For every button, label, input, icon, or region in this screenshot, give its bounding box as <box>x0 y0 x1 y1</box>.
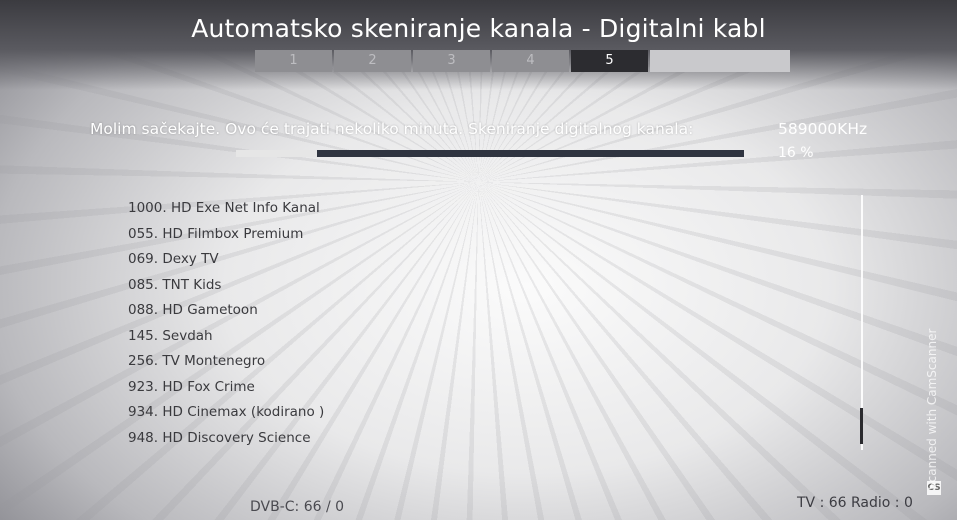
step-5-active: 5 <box>571 50 648 72</box>
step-1: 1 <box>255 50 332 72</box>
list-item: 055. HD Filmbox Premium <box>128 225 304 242</box>
list-item: 934. HD Cinemax (kodirano ) <box>128 404 325 420</box>
tv-radio-counter: TV : 66 Radio : 0 <box>797 495 913 511</box>
step-2: 2 <box>334 50 411 72</box>
dvb-counter: DVB-C: 66 / 0 <box>250 499 345 515</box>
list-item: 948. HD Discovery Science <box>128 429 311 446</box>
list-item: 145. Sevdah <box>128 327 213 344</box>
channel-list: 1000. HD Exe Net Info Kanal 055. HD Film… <box>128 200 324 455</box>
scan-frequency: 589000KHz <box>778 120 868 138</box>
scrollbar-thumb[interactable] <box>860 408 863 444</box>
progress-fill <box>236 150 318 157</box>
watermark-text: Scanned with CamScanner <box>925 328 939 490</box>
scan-message: Molim sačekajte. Ovo će trajati nekoliko… <box>90 120 694 138</box>
step-4: 4 <box>492 50 569 72</box>
list-item: 088. HD Gametoon <box>128 302 258 318</box>
step-3: 3 <box>413 50 490 72</box>
list-item: 923. HD Fox Crime <box>128 378 255 395</box>
step-spacer <box>650 50 790 72</box>
list-item: 085. TNT Kids <box>128 276 222 293</box>
step-indicator: 1 2 3 4 5 <box>255 50 790 72</box>
list-item: 256. TV Montenegro <box>128 353 266 369</box>
progress-bar <box>236 150 744 157</box>
header: Automatsko skeniranje kanala - Digitalni… <box>0 0 957 90</box>
list-item: 069. Dexy TV <box>128 251 219 267</box>
progress-percent: 16 % <box>778 145 814 161</box>
page-title: Automatsko skeniranje kanala - Digitalni… <box>191 14 766 43</box>
list-item: 1000. HD Exe Net Info Kanal <box>128 200 320 216</box>
